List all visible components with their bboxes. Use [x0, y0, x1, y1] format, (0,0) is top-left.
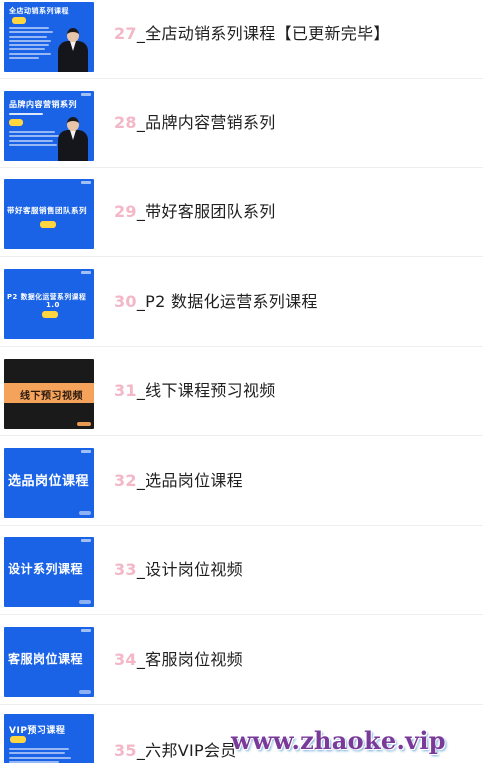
- thumbnail-title: 选品岗位课程: [8, 474, 90, 489]
- list-item[interactable]: 全店动销系列课程 27_全店动销系列课程【已更新完毕】: [0, 0, 483, 79]
- list-item[interactable]: 品牌内容营销系列 28_品牌内容营销系列: [0, 79, 483, 168]
- thumbnail-title: 设计系列课程: [8, 562, 84, 576]
- course-number: 28: [114, 113, 137, 132]
- list-item[interactable]: 线下预习视频 31_线下课程预习视频: [0, 347, 483, 436]
- course-thumbnail[interactable]: 选品岗位课程: [4, 448, 94, 518]
- course-name: _六邦VIP会员: [136, 741, 237, 760]
- course-name: _P2 数据化运营系列课程: [136, 292, 318, 311]
- course-number: 34: [114, 650, 137, 669]
- thumbnail-outline: [9, 27, 53, 61]
- thumbnail-title: 全店动销系列课程: [9, 7, 69, 15]
- course-name: _品牌内容营销系列: [136, 113, 276, 132]
- course-number: 27: [114, 24, 137, 43]
- course-title[interactable]: 33_设计岗位视频: [114, 556, 243, 580]
- course-name: _线下课程预习视频: [136, 381, 276, 400]
- thumbnail-version: 1.0: [46, 301, 60, 309]
- course-thumbnail[interactable]: P2 数据化运营系列课程 1.0: [4, 269, 94, 339]
- thumbnail-badge: [42, 311, 58, 318]
- presenter-photo: [58, 117, 88, 161]
- course-title[interactable]: 29_带好客服团队系列: [114, 198, 276, 222]
- thumbnail-banner: 线下预习视频: [4, 383, 94, 403]
- presenter-photo: [58, 28, 88, 72]
- course-number: 29: [114, 202, 137, 221]
- course-title[interactable]: 35_六邦VIP会员: [114, 737, 237, 761]
- thumbnail-badge: [40, 221, 56, 228]
- course-thumbnail[interactable]: 线下预习视频: [4, 359, 94, 429]
- course-title[interactable]: 30_P2 数据化运营系列课程: [114, 288, 318, 312]
- course-name: _选品岗位课程: [136, 471, 243, 490]
- course-number: 32: [114, 471, 137, 490]
- thumbnail-badge: [9, 119, 23, 126]
- list-item[interactable]: 带好客服销售团队系列 29_带好客服团队系列: [0, 168, 483, 257]
- thumbnail-title: VIP预习课程: [9, 726, 66, 736]
- course-thumbnail[interactable]: 设计系列课程: [4, 537, 94, 607]
- list-item[interactable]: 选品岗位课程 32_选品岗位课程: [0, 437, 483, 526]
- list-item[interactable]: P2 数据化运营系列课程 1.0 30_P2 数据化运营系列课程: [0, 258, 483, 347]
- course-number: 30: [114, 292, 137, 311]
- course-title[interactable]: 27_全店动销系列课程【已更新完毕】: [114, 20, 390, 44]
- thumbnail-title: 客服岗位课程: [8, 652, 84, 666]
- course-number: 35: [114, 741, 137, 760]
- course-title[interactable]: 28_品牌内容营销系列: [114, 109, 276, 133]
- course-name: _带好客服团队系列: [136, 202, 276, 221]
- thumbnail-title: P2 数据化运营系列课程: [7, 293, 87, 301]
- course-name: _设计岗位视频: [136, 560, 243, 579]
- list-item[interactable]: 设计系列课程 33_设计岗位视频: [0, 526, 483, 615]
- course-title[interactable]: 34_客服岗位视频: [114, 646, 243, 670]
- site-watermark: www.zhaoke.vip: [231, 726, 446, 755]
- thumbnail-badge: [12, 17, 26, 24]
- course-thumbnail[interactable]: 带好客服销售团队系列: [4, 179, 94, 249]
- course-thumbnail[interactable]: 全店动销系列课程: [4, 2, 94, 72]
- course-number: 31: [114, 381, 137, 400]
- thumbnail-title: 线下预习视频: [20, 391, 83, 402]
- course-name: _客服岗位视频: [136, 650, 243, 669]
- course-thumbnail[interactable]: 品牌内容营销系列: [4, 91, 94, 161]
- course-title[interactable]: 32_选品岗位课程: [114, 467, 243, 491]
- thumbnail-title: 品牌内容营销系列: [9, 100, 77, 109]
- course-thumbnail[interactable]: VIP预习课程: [4, 714, 94, 763]
- course-title[interactable]: 31_线下课程预习视频: [114, 377, 276, 401]
- course-number: 33: [114, 560, 137, 579]
- course-thumbnail[interactable]: 客服岗位课程: [4, 627, 94, 697]
- thumbnail-title: 带好客服销售团队系列: [7, 206, 87, 215]
- thumbnail-badge: [10, 736, 26, 743]
- thumbnail-outline: [9, 748, 71, 763]
- thumbnail-outline: [9, 113, 43, 117]
- list-item[interactable]: 客服岗位课程 34_客服岗位视频: [0, 616, 483, 705]
- course-name: _全店动销系列课程【已更新完毕】: [136, 24, 390, 43]
